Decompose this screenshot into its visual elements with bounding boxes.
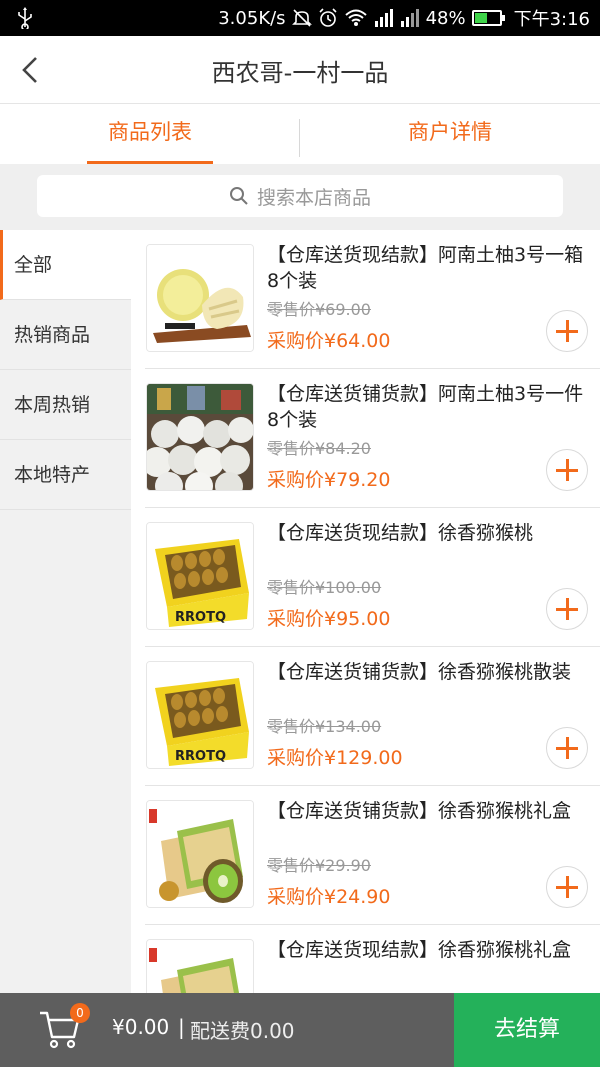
- add-to-cart-button[interactable]: [546, 449, 588, 491]
- product-name: 【仓库送货现结款】徐香猕猴桃: [267, 522, 534, 544]
- usb-icon: [18, 7, 32, 29]
- purchase-price: 采购价¥79.20: [267, 469, 391, 491]
- search-icon: [229, 187, 248, 205]
- status-bar: 3.05K/s 48% 下午3:16: [0, 0, 600, 36]
- checkout-button[interactable]: 去结算: [454, 993, 600, 1067]
- search-placeholder: 搜索本店商品: [256, 186, 371, 209]
- signal-icon-2: [400, 9, 419, 27]
- product-name: 【仓库送货铺货款】徐香猕猴桃礼盒: [267, 800, 572, 822]
- retail-price: 零售价¥69.00: [267, 300, 371, 319]
- network-speed: 3.05K/s: [218, 7, 286, 29]
- product-name: 【仓库送货铺货款】阿南土柚3号一件8个装: [267, 383, 584, 431]
- add-to-cart-button[interactable]: [546, 727, 588, 769]
- product-list: 【仓库送货现结款】阿南土柚3号一箱8个装 零售价¥69.00 采购价¥64.00…: [131, 230, 600, 993]
- product-image: [146, 244, 254, 352]
- product-item[interactable]: 【仓库送货铺货款】阿南土柚3号一件8个装 零售价¥84.20 采购价¥79.20: [145, 369, 600, 508]
- retail-price: 零售价¥100.00: [267, 578, 382, 597]
- add-to-cart-button[interactable]: [546, 588, 588, 630]
- cart-total: ¥0.00: [112, 1015, 170, 1039]
- tab-merchant-details[interactable]: 商户详情: [300, 104, 600, 164]
- sidebar-item-weekly-hot[interactable]: 本周热销: [0, 370, 131, 440]
- box-label: RROTQ: [175, 749, 226, 764]
- tab-product-list[interactable]: 商品列表: [0, 104, 300, 164]
- search-input[interactable]: 搜索本店商品: [37, 175, 563, 217]
- battery-percent: 48%: [425, 7, 466, 29]
- alarm-icon: [318, 8, 337, 27]
- sidebar-item-all[interactable]: 全部: [0, 230, 131, 300]
- purchase-price: 采购价¥24.90: [267, 886, 391, 908]
- product-item[interactable]: 【仓库送货现结款】阿南土柚3号一箱8个装 零售价¥69.00 采购价¥64.00: [145, 230, 600, 369]
- title-bar: 西农哥-一村一品: [0, 36, 600, 104]
- retail-price: 零售价¥134.00: [267, 717, 382, 736]
- clock: 下午3:16: [513, 9, 590, 30]
- product-item[interactable]: RROTQ 【仓库送货铺货款】徐香猕猴桃散装 零售价¥134.00 采购价¥12…: [145, 647, 600, 786]
- purchase-price: 采购价¥95.00: [267, 608, 391, 630]
- product-image: RROTQ: [146, 661, 254, 769]
- cart-bar: 0 ¥0.00 | 配送费0.00 去结算: [0, 993, 600, 1067]
- retail-price: 零售价¥29.90: [267, 856, 371, 875]
- product-name: 【仓库送货铺货款】徐香猕猴桃散装: [267, 661, 572, 683]
- sidebar-item-hot[interactable]: 热销商品: [0, 300, 131, 370]
- delivery-fee: 配送费0.00: [190, 1019, 295, 1043]
- signal-icon: [374, 9, 393, 27]
- page-title: 西农哥-一村一品: [211, 59, 389, 87]
- purchase-price: 采购价¥64.00: [267, 330, 391, 352]
- search-area: 搜索本店商品: [0, 164, 600, 230]
- add-to-cart-button[interactable]: [546, 310, 588, 352]
- battery-icon: [471, 10, 505, 26]
- product-image: [146, 800, 254, 908]
- wifi-icon: [344, 9, 367, 26]
- product-image: [146, 939, 254, 993]
- product-item[interactable]: 【仓库送货现结款】徐香猕猴桃礼盒: [145, 925, 600, 993]
- product-item[interactable]: 【仓库送货铺货款】徐香猕猴桃礼盒 零售价¥29.90 采购价¥24.90: [145, 786, 600, 925]
- product-image: RROTQ: [146, 522, 254, 630]
- cart-count-badge: 0: [70, 1003, 90, 1023]
- product-item[interactable]: RROTQ 【仓库送货现结款】徐香猕猴桃 零售价¥100.00 采购价¥95.0…: [145, 508, 600, 647]
- tab-bar: 商品列表 商户详情: [0, 104, 600, 164]
- add-to-cart-button[interactable]: [546, 866, 588, 908]
- category-sidebar: 全部 热销商品 本周热销 本地特产: [0, 230, 131, 993]
- separator: |: [178, 1015, 185, 1039]
- retail-price: 零售价¥84.20: [267, 439, 371, 458]
- sidebar-item-local-specialty[interactable]: 本地特产: [0, 440, 131, 510]
- product-name: 【仓库送货现结款】阿南土柚3号一箱8个装: [267, 244, 584, 292]
- mute-icon: [291, 9, 312, 27]
- box-label: RROTQ: [175, 610, 226, 625]
- purchase-price: 采购价¥129.00: [267, 747, 403, 769]
- product-image: [146, 383, 254, 491]
- product-name: 【仓库送货现结款】徐香猕猴桃礼盒: [267, 939, 572, 961]
